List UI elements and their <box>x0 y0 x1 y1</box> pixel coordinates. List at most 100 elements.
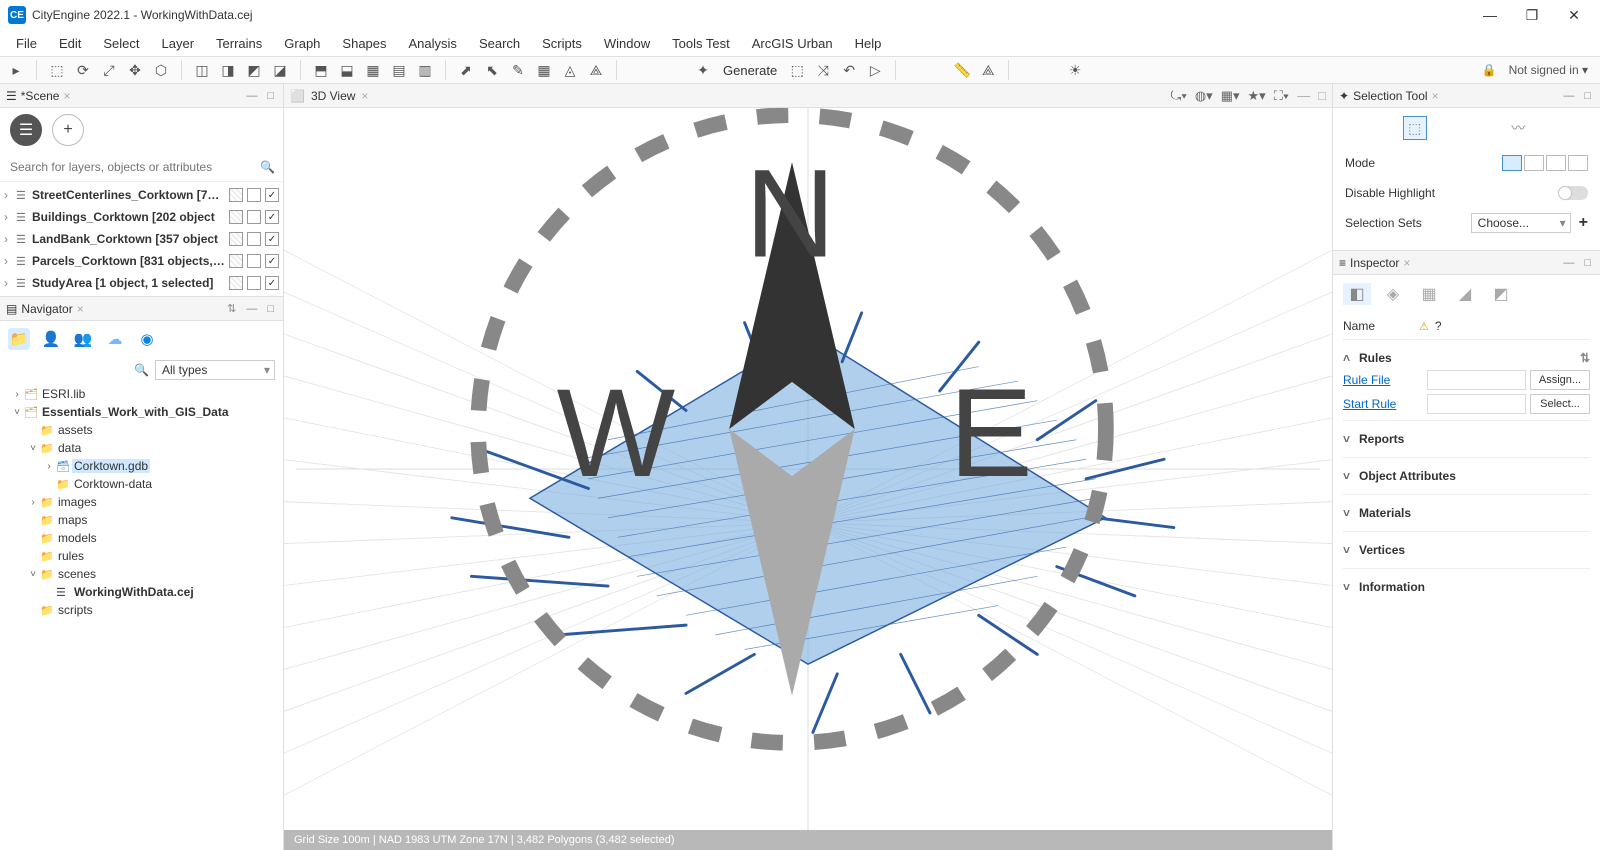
rules-header[interactable]: Rules <box>1359 351 1392 365</box>
chevron-down-icon[interactable]: ˅ <box>1343 580 1355 594</box>
rectangle-select-icon[interactable]: ⬚ <box>1403 116 1427 140</box>
maximize-panel-icon[interactable]: □ <box>1581 257 1594 269</box>
tool-icon[interactable]: ↶ <box>839 60 859 80</box>
expand-icon[interactable]: › <box>4 232 14 246</box>
scene-search-input[interactable] <box>8 156 260 178</box>
portal-icon[interactable]: ◉ <box>136 328 158 350</box>
maximize-panel-icon[interactable]: □ <box>264 90 277 102</box>
tool-icon[interactable]: ⟳ <box>73 60 93 80</box>
ruler-icon[interactable]: 📏 <box>952 60 972 80</box>
tool-icon[interactable]: ⬒ <box>311 60 331 80</box>
view-tool-icon[interactable]: ★▾ <box>1248 88 1266 104</box>
expand-icon[interactable]: › <box>4 210 14 224</box>
tool-icon[interactable]: ⬡ <box>151 60 171 80</box>
expand-icon[interactable]: › <box>4 276 14 290</box>
tool-icon[interactable]: ⬈ <box>456 60 476 80</box>
tree-row[interactable]: 📁 maps <box>4 511 279 529</box>
tree-row[interactable]: › 🗂 ESRI.lib <box>4 385 279 403</box>
chevron-down-icon[interactable]: ˅ <box>1343 469 1355 483</box>
3d-viewport[interactable]: W E N <box>284 108 1332 830</box>
tool-icon[interactable]: ✎ <box>508 60 528 80</box>
close-tab-icon[interactable]: × <box>361 89 368 103</box>
signin-status[interactable]: Not signed in ▾ <box>1503 63 1594 77</box>
section-header[interactable]: Information <box>1359 580 1425 594</box>
minimize-panel-icon[interactable]: — <box>243 90 260 102</box>
maximize-panel-icon[interactable]: □ <box>1581 90 1594 102</box>
rule-file-input[interactable] <box>1427 370 1526 390</box>
pointer-tool-icon[interactable]: ▸ <box>6 60 26 80</box>
search-icon[interactable]: 🔍 <box>260 160 275 174</box>
expand-icon[interactable]: › <box>12 389 22 400</box>
generate-button[interactable]: Generate <box>719 63 781 78</box>
tool-icon[interactable]: ◩ <box>244 60 264 80</box>
tool-icon[interactable]: ⬚ <box>787 60 807 80</box>
shape-view-icon[interactable]: ◧ <box>1343 283 1371 305</box>
color-swatch[interactable] <box>229 276 243 290</box>
generate-icon[interactable]: ✦ <box>693 60 713 80</box>
panel-min-icon[interactable]: — <box>1297 88 1310 104</box>
maximize-panel-icon[interactable]: □ <box>264 303 277 315</box>
layer-name[interactable]: LandBank_Corktown [357 object <box>32 232 225 246</box>
selection-tool-tab[interactable]: Selection Tool <box>1353 89 1428 103</box>
tool-icon[interactable]: ▷ <box>865 60 885 80</box>
menu-edit[interactable]: Edit <box>49 34 91 53</box>
menu-shapes[interactable]: Shapes <box>332 34 396 53</box>
chevron-up-icon[interactable]: ˄ <box>1343 351 1355 365</box>
start-rule-input[interactable] <box>1427 394 1526 414</box>
mode-add-button[interactable] <box>1524 155 1544 171</box>
tool-icon[interactable]: ▦ <box>363 60 383 80</box>
lock-checkbox[interactable] <box>265 254 279 268</box>
visibility-checkbox[interactable] <box>247 210 261 224</box>
menu-help[interactable]: Help <box>845 34 892 53</box>
tree-row[interactable]: › 📁 images <box>4 493 279 511</box>
scene-tab[interactable]: *Scene <box>21 89 60 103</box>
chevron-down-icon[interactable]: ˅ <box>1343 506 1355 520</box>
mode-sub-button[interactable] <box>1546 155 1566 171</box>
view-tool-icon[interactable]: ◍▾ <box>1195 88 1213 104</box>
tool-icon[interactable]: ▥ <box>415 60 435 80</box>
grid-view-icon[interactable]: ▦ <box>1415 283 1443 305</box>
lock-checkbox[interactable] <box>265 188 279 202</box>
tool-icon[interactable]: ⬉ <box>482 60 502 80</box>
chevron-down-icon[interactable]: ˅ <box>1343 432 1355 446</box>
rule-file-label[interactable]: Rule File <box>1343 373 1423 387</box>
chevron-down-icon[interactable]: ˅ <box>1343 543 1355 557</box>
start-rule-label[interactable]: Start Rule <box>1343 397 1423 411</box>
link-icon[interactable]: ⇅ <box>224 302 239 315</box>
user-icon[interactable]: 👤 <box>40 328 62 350</box>
3d-view-tab[interactable]: 3D View <box>311 89 355 103</box>
tree-row[interactable]: ˅ 📁 data <box>4 439 279 457</box>
minimize-panel-icon[interactable]: — <box>1560 257 1577 269</box>
visibility-checkbox[interactable] <box>247 276 261 290</box>
tool-icon[interactable]: ◨ <box>218 60 238 80</box>
view-tool-icon[interactable]: ⤿▾ <box>1171 88 1187 104</box>
visibility-checkbox[interactable] <box>247 254 261 268</box>
assign-button[interactable]: Assign... <box>1530 370 1590 390</box>
close-icon[interactable]: ✕ <box>1562 7 1586 24</box>
section-header[interactable]: Vertices <box>1359 543 1405 557</box>
expand-icon[interactable]: ˅ <box>12 407 22 418</box>
maximize-icon[interactable]: ❐ <box>1520 7 1544 24</box>
lock-checkbox[interactable] <box>265 232 279 246</box>
expand-icon[interactable]: › <box>4 188 14 202</box>
layers-toggle-button[interactable]: ☰ <box>10 114 42 146</box>
add-set-button[interactable]: + <box>1579 214 1588 232</box>
type-filter-dropdown[interactable]: All types <box>155 360 275 380</box>
tool-icon[interactable]: ▦ <box>534 60 554 80</box>
select-button[interactable]: Select... <box>1530 394 1590 414</box>
mode-new-button[interactable] <box>1502 155 1522 171</box>
visibility-checkbox[interactable] <box>247 188 261 202</box>
menu-select[interactable]: Select <box>93 34 149 53</box>
inspector-tab[interactable]: Inspector <box>1350 256 1399 270</box>
section-header[interactable]: Reports <box>1359 432 1404 446</box>
lock-checkbox[interactable] <box>265 210 279 224</box>
minimize-icon[interactable]: — <box>1478 7 1502 24</box>
tool-icon[interactable]: ◪ <box>270 60 290 80</box>
minimize-panel-icon[interactable]: — <box>243 303 260 315</box>
compass-icon[interactable]: W E N <box>284 108 1316 790</box>
color-swatch[interactable] <box>229 254 243 268</box>
tree-row[interactable]: 📁 models <box>4 529 279 547</box>
close-tab-icon[interactable]: × <box>1403 256 1410 270</box>
expand-icon[interactable]: ˅ <box>28 443 38 454</box>
lasso-select-icon[interactable]: 〰 <box>1506 116 1530 140</box>
